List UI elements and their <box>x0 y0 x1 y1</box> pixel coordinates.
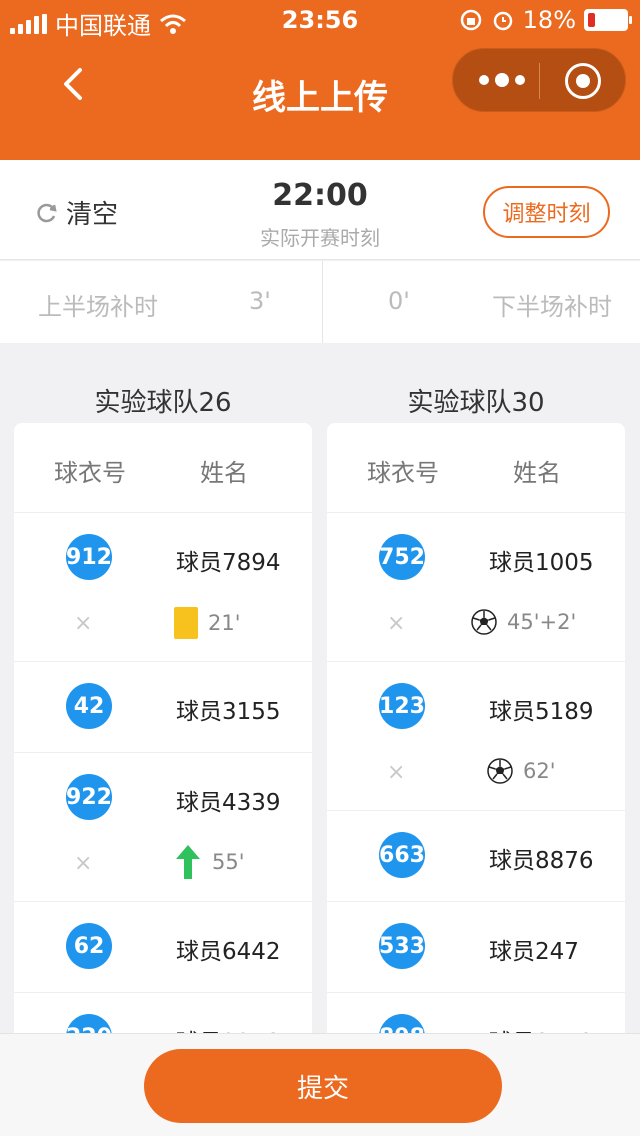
battery-icon <box>584 9 632 31</box>
first-half-stoppage-label: 上半场补时 <box>38 293 158 321</box>
jersey-number-badge: 912 <box>66 534 112 580</box>
jersey-number-badge: 752 <box>379 534 425 580</box>
event-info: 62' <box>487 758 556 784</box>
miniprogram-capsule <box>452 48 626 112</box>
jersey-number-badge: 663 <box>379 832 425 878</box>
event-info: 45'+2' <box>471 609 576 635</box>
event-minute: 45'+2' <box>507 610 577 634</box>
column-number: 球衣号 <box>367 459 439 487</box>
player-row[interactable]: 922 球员4339 × 55' <box>14 753 312 902</box>
player-name: 球员8876 <box>489 848 594 874</box>
jersey-number-badge: 62 <box>66 923 112 969</box>
close-miniprogram-icon[interactable] <box>565 63 601 99</box>
event-minute: 62' <box>523 759 556 783</box>
jersey-number-badge: 533 <box>379 923 425 969</box>
player-name: 球员7894 <box>176 550 281 576</box>
yellow-card-icon <box>174 607 198 639</box>
rotation-lock-icon <box>460 9 481 31</box>
event-info: 55' <box>174 843 245 881</box>
adjust-time-button[interactable]: 调整时刻 <box>483 186 610 238</box>
player-row[interactable]: 62 球员6442 <box>14 902 312 993</box>
player-row[interactable]: 533 球员247 <box>327 902 625 993</box>
player-row[interactable]: 123 球员5189 × 62' <box>327 662 625 811</box>
status-bar: 中国联通 23:56 18% <box>0 0 640 40</box>
player-row[interactable]: 752 球员1005 × 45'+2' <box>327 513 625 662</box>
team-b-name: 实验球队30 <box>407 388 545 418</box>
jersey-number-badge: 922 <box>66 774 112 820</box>
stoppage-row: 上半场补时 3' 0' 下半场补时 <box>0 261 640 343</box>
delete-event-icon[interactable]: × <box>387 760 405 785</box>
player-name: 球员3155 <box>176 699 281 725</box>
player-name: 球员247 <box>489 939 579 965</box>
header: 中国联通 23:56 18% 线上上传 <box>0 0 640 160</box>
delete-event-icon[interactable]: × <box>74 851 92 876</box>
jersey-number-badge: 123 <box>379 683 425 729</box>
kickoff-row: 清空 22:00 实际开赛时刻 调整时刻 <box>0 160 640 260</box>
player-row[interactable]: 663 球员8876 <box>327 811 625 902</box>
player-row[interactable]: 912 球员7894 × 21' <box>14 513 312 662</box>
event-info: 21' <box>174 607 241 639</box>
player-name: 球员6442 <box>176 939 281 965</box>
column-name: 姓名 <box>200 459 248 487</box>
delete-event-icon[interactable]: × <box>387 611 405 636</box>
battery-percent: 18% <box>522 6 576 34</box>
team-a-roster: 球衣号 姓名 912 球员7894 × 21' 42 球员3155 922 球员… <box>14 423 312 1063</box>
first-half-stoppage-value[interactable]: 3' <box>249 287 271 315</box>
substitution-in-icon <box>176 845 200 879</box>
column-number: 球衣号 <box>54 459 126 487</box>
soccer-ball-icon <box>471 609 497 635</box>
player-name: 球员4339 <box>176 790 281 816</box>
team-a-name: 实验球队26 <box>94 388 232 418</box>
player-row[interactable]: 42 球员3155 <box>14 662 312 753</box>
second-half-stoppage-label: 下半场补时 <box>492 293 612 321</box>
jersey-number-badge: 42 <box>66 683 112 729</box>
delete-event-icon[interactable]: × <box>74 611 92 636</box>
event-minute: 55' <box>212 850 245 874</box>
alarm-icon <box>493 11 512 31</box>
player-name: 球员5189 <box>489 699 594 725</box>
team-b-roster: 球衣号 姓名 752 球员1005 × 45'+2' 123 球员5189 × … <box>327 423 625 1063</box>
second-half-stoppage-value[interactable]: 0' <box>388 287 410 315</box>
event-minute: 21' <box>208 611 241 635</box>
column-name: 姓名 <box>513 459 561 487</box>
soccer-ball-icon <box>487 758 513 784</box>
bottom-bar: 提交 <box>0 1033 640 1136</box>
more-icon[interactable] <box>479 73 525 87</box>
submit-button[interactable]: 提交 <box>144 1049 502 1123</box>
player-name: 球员1005 <box>489 550 594 576</box>
